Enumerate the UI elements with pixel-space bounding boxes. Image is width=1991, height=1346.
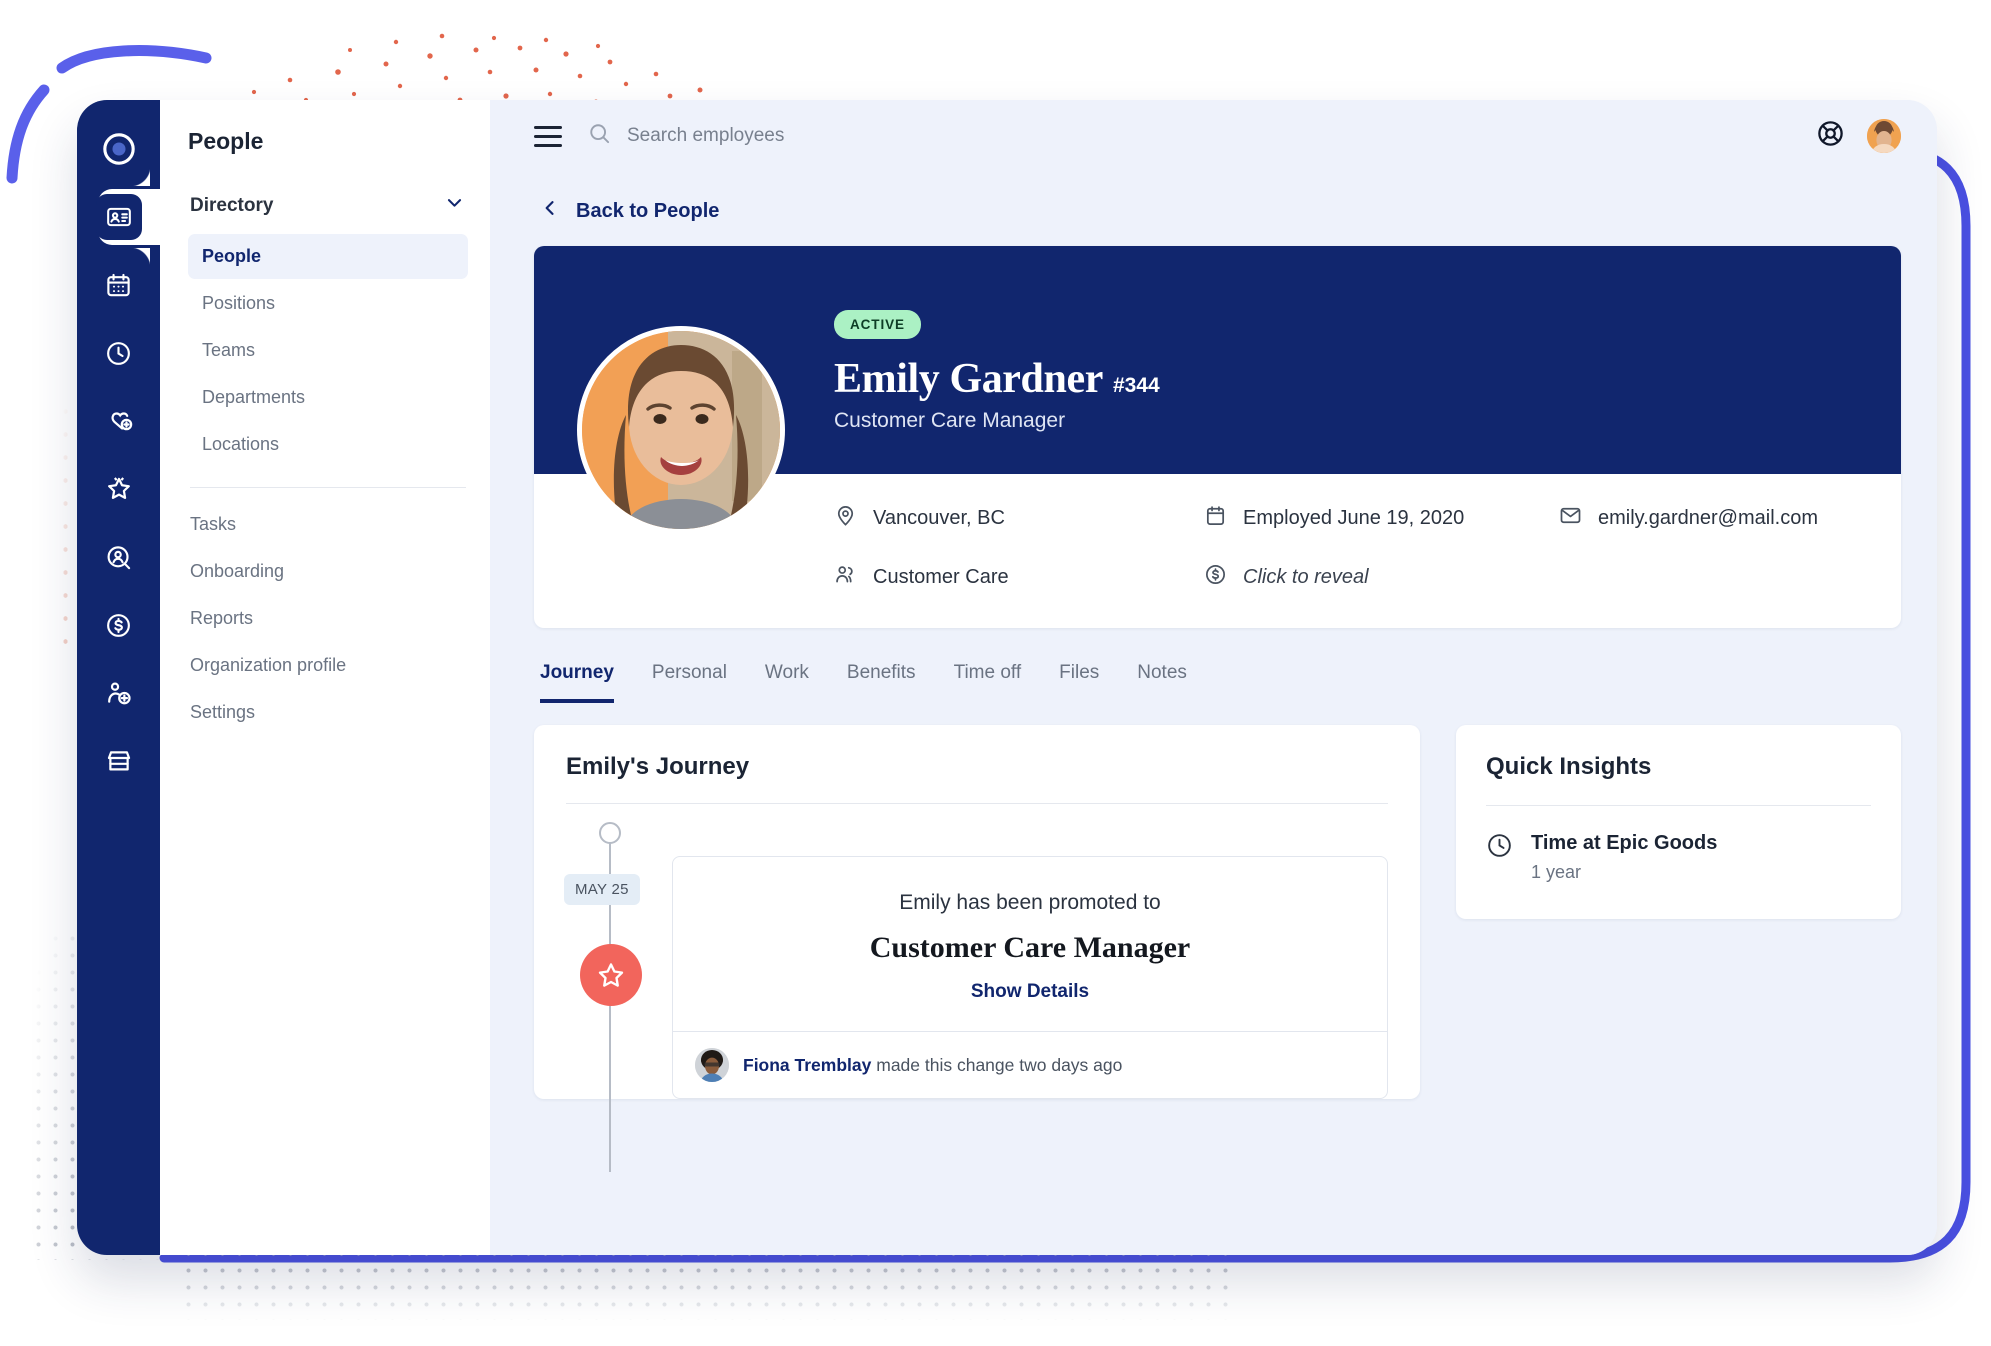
journey-event-card: Emily has been promoted to Customer Care… — [672, 856, 1388, 1099]
sidebar-item-reports[interactable]: Reports — [188, 596, 468, 641]
sidebar-item-people[interactable] — [88, 166, 171, 268]
journey-title: Emily's Journey — [566, 753, 1388, 804]
sidebar-item-payroll[interactable] — [88, 594, 150, 656]
sidebar-item-onboarding-link[interactable]: Onboarding — [188, 549, 468, 594]
profile-tabs: Journey Personal Work Benefits Time off … — [540, 662, 1901, 703]
tab-journey[interactable]: Journey — [540, 662, 614, 703]
employee-job-title: Customer Care Manager — [834, 409, 1066, 432]
meta-location-text: Vancouver, BC — [873, 507, 1005, 529]
sidebar-item-positions[interactable]: Positions — [188, 281, 468, 326]
icon-rail — [77, 100, 171, 1255]
tab-personal[interactable]: Personal — [652, 662, 727, 703]
sidebar-item-time[interactable] — [88, 322, 150, 384]
avatar[interactable] — [1867, 119, 1901, 153]
sidebar-item-onboarding[interactable] — [88, 662, 150, 724]
author-avatar — [695, 1048, 729, 1082]
meta-employment-date: Employed June 19, 2020 — [1204, 504, 1559, 533]
sidebar-item-people-link[interactable]: People — [188, 234, 468, 279]
quick-insights-title: Quick Insights — [1486, 753, 1871, 806]
journey-event-body: Emily has been promoted to Customer Care… — [673, 857, 1387, 1031]
meta-salary-text: Click to reveal — [1243, 566, 1369, 588]
calendar-icon — [1204, 504, 1227, 533]
main-area: Search employees Back to People ACTIVE E… — [490, 100, 1937, 1255]
journey-event-role: Customer Care Manager — [869, 931, 1191, 964]
nav-section-directory[interactable]: Directory — [188, 189, 468, 222]
back-to-people-button[interactable]: Back to People — [540, 198, 1901, 224]
sidebar-item-benefits[interactable] — [88, 390, 150, 452]
dollar-circle-icon — [1204, 563, 1227, 592]
back-label: Back to People — [576, 199, 720, 222]
page-title: People — [188, 128, 264, 154]
tab-benefits[interactable]: Benefits — [847, 662, 916, 703]
sidebar-item-organization-profile[interactable]: Organization profile — [188, 643, 468, 688]
author-name[interactable]: Fiona Tremblay — [743, 1055, 871, 1075]
search-input[interactable]: Search employees — [588, 122, 1790, 150]
top-bar: Search employees — [490, 100, 1937, 172]
grey-dot-texture-bottom — [180, 1245, 1240, 1320]
employee-photo — [577, 326, 785, 534]
insight-text-group: Time at Epic Goods 1 year — [1531, 832, 1717, 883]
profile-meta-grid: Vancouver, BC Employed June 19, 2020 emi… — [834, 504, 1901, 592]
sidebar-item-locations[interactable]: Locations — [188, 422, 468, 467]
employee-name: Emily Gardner — [834, 356, 1103, 402]
search-placeholder: Search employees — [627, 125, 785, 146]
meta-email: emily.gardner@mail.com — [1559, 504, 1901, 533]
envelope-icon — [1559, 504, 1582, 533]
profile-identity: ACTIVE Emily Gardner #344 Customer Care … — [834, 310, 1160, 433]
profile-header-banner: ACTIVE Emily Gardner #344 Customer Care … — [534, 246, 1901, 534]
sidebar-item-departments[interactable]: Departments — [188, 375, 468, 420]
sidebar-item-tasks[interactable]: Tasks — [188, 502, 468, 547]
sidebar-item-teams[interactable]: Teams — [188, 328, 468, 373]
status-badge: ACTIVE — [834, 310, 921, 339]
tab-notes[interactable]: Notes — [1137, 662, 1187, 703]
sidebar-item-performance[interactable] — [88, 458, 150, 520]
sidebar-item-recruiting[interactable] — [88, 526, 150, 588]
footer-suffix: made this change two days ago — [871, 1054, 1123, 1075]
people-icon — [834, 563, 857, 592]
chevron-down-icon — [445, 193, 464, 218]
timeline-top-dot — [599, 822, 621, 844]
panels-row: Emily's Journey MAY 25 Emily has been pr… — [534, 725, 1901, 1172]
tab-work[interactable]: Work — [765, 662, 809, 703]
meta-department: Customer Care — [834, 563, 1204, 592]
meta-location: Vancouver, BC — [834, 504, 1204, 533]
nav-section-label: Directory — [190, 194, 274, 216]
journey-event-footer-text: Fiona Tremblay made this change two days… — [743, 1055, 1122, 1076]
nav-panel: People Directory People Positions Teams … — [160, 100, 490, 1255]
timeline-rail: MAY 25 — [564, 818, 658, 1172]
journey-event-lead: Emily has been promoted to — [899, 891, 1161, 914]
insight-item: Time at Epic Goods 1 year — [1486, 832, 1871, 883]
employee-id: #344 — [1112, 374, 1160, 397]
sidebar-item-marketplace[interactable] — [88, 730, 150, 792]
hamburger-icon[interactable] — [534, 125, 562, 147]
chevron-left-icon — [540, 198, 560, 224]
nav-divider — [190, 487, 466, 488]
app-window: People Directory People Positions Teams … — [77, 100, 1937, 1255]
employee-profile-card: ACTIVE Emily Gardner #344 Customer Care … — [534, 246, 1901, 628]
content-area: Back to People ACTIVE Emily Gardner #344… — [490, 172, 1937, 1255]
sidebar-item-settings[interactable]: Settings — [188, 690, 468, 735]
tab-files[interactable]: Files — [1059, 662, 1099, 703]
location-pin-icon — [834, 504, 857, 533]
insight-value: 1 year — [1531, 862, 1582, 882]
show-details-link[interactable]: Show Details — [693, 981, 1367, 1003]
meta-department-text: Customer Care — [873, 566, 1009, 588]
journey-event-footer: Fiona Tremblay made this change two days… — [673, 1031, 1387, 1098]
tab-time-off[interactable]: Time off — [954, 662, 1022, 703]
search-icon — [588, 122, 611, 150]
screenshot-stage: People Directory People Positions Teams … — [0, 0, 1991, 1346]
meta-salary-reveal[interactable]: Click to reveal — [1204, 563, 1559, 592]
meta-email-text: emily.gardner@mail.com — [1598, 507, 1818, 529]
star-icon — [580, 944, 642, 1006]
timeline-date-badge: MAY 25 — [564, 874, 640, 905]
clock-icon — [1486, 832, 1513, 883]
lifebuoy-icon[interactable] — [1816, 119, 1845, 153]
meta-employment-date-text: Employed June 19, 2020 — [1243, 507, 1465, 529]
top-bar-actions — [1816, 119, 1901, 153]
journey-card: Emily's Journey MAY 25 Emily has been pr… — [534, 725, 1420, 1172]
insight-label: Time at Epic Goods — [1531, 832, 1718, 854]
id-card-icon — [95, 194, 142, 240]
journey-timeline: MAY 25 Emily has been promoted to Custom… — [564, 804, 1388, 1172]
quick-insights-card: Quick Insights Time at Epic Goods 1 year — [1456, 725, 1901, 919]
